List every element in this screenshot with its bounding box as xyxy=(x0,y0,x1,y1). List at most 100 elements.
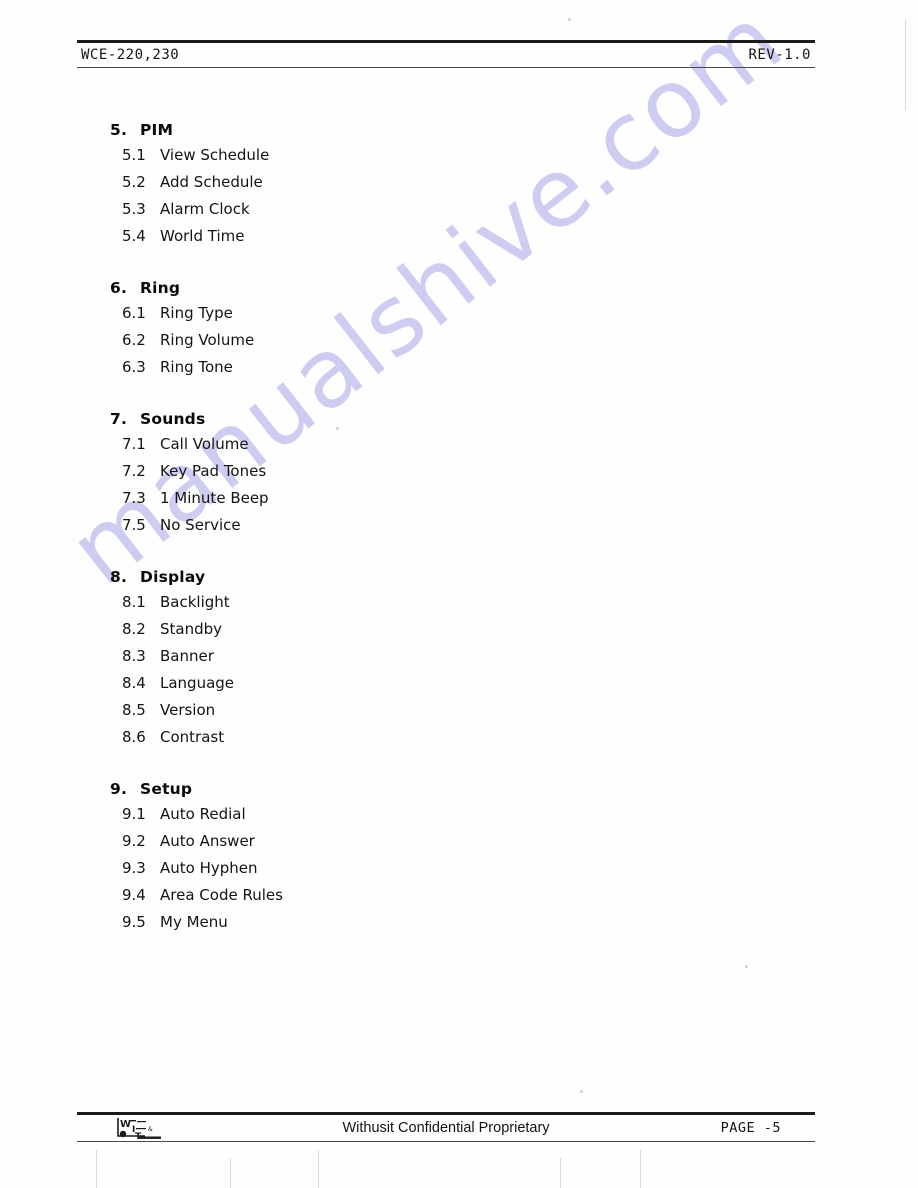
entry-number: 5.3 xyxy=(122,200,146,218)
entry-label: 1 Minute Beep xyxy=(160,489,269,507)
toc-entry: 7.5 No Service xyxy=(0,512,918,539)
toc-entry: 9.3 Auto Hyphen xyxy=(0,855,918,882)
scan-artifact xyxy=(905,20,906,110)
entry-label: Ring Type xyxy=(160,304,233,322)
toc-entry: 6.3 Ring Tone xyxy=(0,354,918,381)
section-title: PIM xyxy=(140,121,174,139)
toc-entry: 8.1 Backlight xyxy=(0,589,918,616)
footer-row: W I & T Withusit Confidential Proprietar… xyxy=(77,1115,815,1142)
document-page: manualshive.com WCE-220,230 REV-1.0 5. P… xyxy=(0,0,918,1188)
entry-number: 8.2 xyxy=(122,620,146,638)
scan-speck xyxy=(745,965,748,968)
header-rule-bottom xyxy=(77,67,815,68)
footer-rule-bottom xyxy=(77,1141,815,1142)
toc-entry: 5.2 Add Schedule xyxy=(0,169,918,196)
scan-artifact xyxy=(640,1150,641,1188)
toc-section-heading: 6. Ring xyxy=(0,276,918,300)
toc-entry: 6.2 Ring Volume xyxy=(0,327,918,354)
entry-number: 9.2 xyxy=(122,832,146,850)
toc-entry: 9.4 Area Code Rules xyxy=(0,882,918,909)
toc-entry: 8.3 Banner xyxy=(0,643,918,670)
toc-entry: 5.1 View Schedule xyxy=(0,142,918,169)
entry-number: 7.2 xyxy=(122,462,146,480)
section-number: 5. xyxy=(110,121,128,139)
page-header: WCE-220,230 REV-1.0 xyxy=(77,40,815,68)
entry-label: Add Schedule xyxy=(160,173,263,191)
entry-number: 6.3 xyxy=(122,358,146,376)
entry-number: 9.3 xyxy=(122,859,146,877)
toc-section-heading: 9. Setup xyxy=(0,777,918,801)
scan-artifact xyxy=(96,1150,97,1188)
scan-artifact xyxy=(230,1158,231,1188)
toc-section: 6. Ring 6.1 Ring Type 6.2 Ring Volume 6.… xyxy=(0,276,918,381)
entry-number: 7.1 xyxy=(122,435,146,453)
entry-number: 8.1 xyxy=(122,593,146,611)
toc-section: 5. PIM 5.1 View Schedule 5.2 Add Schedul… xyxy=(0,118,918,250)
toc-section-heading: 5. PIM xyxy=(0,118,918,142)
entry-label: Alarm Clock xyxy=(160,200,250,218)
entry-label: Standby xyxy=(160,620,223,638)
toc-section: 7. Sounds 7.1 Call Volume 7.2 Key Pad To… xyxy=(0,407,918,539)
entry-number: 9.1 xyxy=(122,805,146,823)
entry-label: Auto Redial xyxy=(160,805,246,823)
entry-number: 6.2 xyxy=(122,331,146,349)
entry-number: 7.5 xyxy=(122,516,146,534)
entry-number: 5.4 xyxy=(122,227,146,245)
scan-speck xyxy=(580,1090,583,1093)
toc-entry: 9.5 My Menu xyxy=(0,909,918,936)
entry-label: Area Code Rules xyxy=(160,886,283,904)
header-row: WCE-220,230 REV-1.0 xyxy=(77,43,815,67)
entry-number: 6.1 xyxy=(122,304,146,322)
entry-label: Banner xyxy=(160,647,214,665)
toc-entry: 7.1 Call Volume xyxy=(0,431,918,458)
scan-speck xyxy=(568,18,571,21)
toc-entry: 8.6 Contrast xyxy=(0,724,918,751)
toc-entry: 8.5 Version xyxy=(0,697,918,724)
entry-number: 9.5 xyxy=(122,913,146,931)
entry-label: View Schedule xyxy=(160,146,270,164)
section-title: Sounds xyxy=(140,410,206,428)
entry-number: 5.1 xyxy=(122,146,146,164)
toc-section-heading: 8. Display xyxy=(0,565,918,589)
entry-label: Auto Hyphen xyxy=(160,859,258,877)
section-number: 8. xyxy=(110,568,128,586)
table-of-contents: 5. PIM 5.1 View Schedule 5.2 Add Schedul… xyxy=(0,118,918,962)
toc-section: 8. Display 8.1 Backlight 8.2 Standby 8.3… xyxy=(0,565,918,751)
entry-label: Language xyxy=(160,674,235,692)
entry-label: World Time xyxy=(160,227,245,245)
toc-entry: 9.2 Auto Answer xyxy=(0,828,918,855)
section-number: 7. xyxy=(110,410,128,428)
entry-number: 8.4 xyxy=(122,674,146,692)
entry-label: Ring Volume xyxy=(160,331,255,349)
toc-entry: 5.3 Alarm Clock xyxy=(0,196,918,223)
entry-number: 8.6 xyxy=(122,728,146,746)
section-number: 6. xyxy=(110,279,128,297)
toc-entry: 7.2 Key Pad Tones xyxy=(0,458,918,485)
entry-label: Key Pad Tones xyxy=(160,462,267,480)
scan-artifact xyxy=(560,1158,561,1188)
entry-label: Backlight xyxy=(160,593,230,611)
scan-artifact xyxy=(318,1150,319,1188)
toc-entry: 7.3 1 Minute Beep xyxy=(0,485,918,512)
section-title: Setup xyxy=(140,780,193,798)
entry-label: My Menu xyxy=(160,913,228,931)
section-title: Display xyxy=(140,568,206,586)
section-number: 9. xyxy=(110,780,128,798)
entry-label: Version xyxy=(160,701,216,719)
confidentiality-notice: Withusit Confidential Proprietary xyxy=(342,1120,550,1136)
entry-label: Contrast xyxy=(160,728,225,746)
page-footer: W I & T Withusit Confidential Proprietar… xyxy=(77,1112,815,1142)
toc-section-heading: 7. Sounds xyxy=(0,407,918,431)
entry-number: 9.4 xyxy=(122,886,146,904)
entry-label: Ring Tone xyxy=(160,358,233,376)
toc-entry: 8.4 Language xyxy=(0,670,918,697)
toc-entry: 5.4 World Time xyxy=(0,223,918,250)
entry-label: Auto Answer xyxy=(160,832,255,850)
entry-number: 8.5 xyxy=(122,701,146,719)
revision-label: REV-1.0 xyxy=(748,47,811,63)
entry-label: Call Volume xyxy=(160,435,249,453)
entry-number: 5.2 xyxy=(122,173,146,191)
entry-label: No Service xyxy=(160,516,241,534)
section-title: Ring xyxy=(140,279,181,297)
entry-number: 7.3 xyxy=(122,489,146,507)
